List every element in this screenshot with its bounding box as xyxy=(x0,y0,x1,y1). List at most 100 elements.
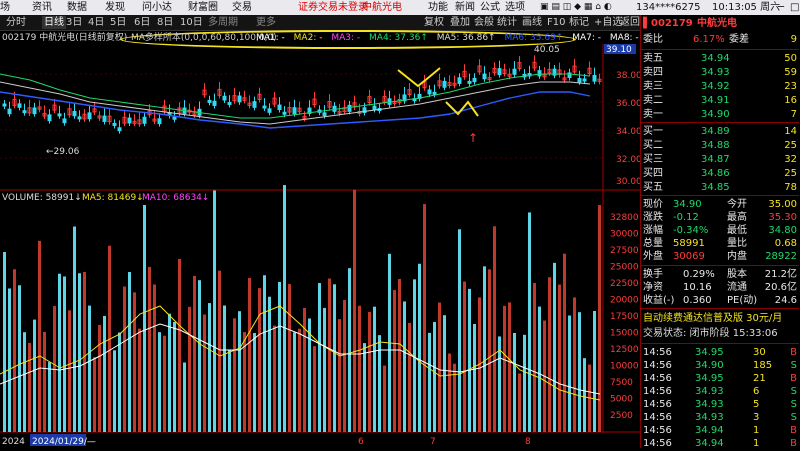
tool-add-watchlist[interactable]: +自选 xyxy=(594,16,622,29)
tick-volume: 1 xyxy=(753,425,760,436)
candle xyxy=(7,108,12,115)
ask-row-5[interactable]: 卖五 34.94 50 xyxy=(643,52,799,66)
stat-row[interactable]: 涨跌 -0.12 最高 35.30 xyxy=(643,211,799,225)
menu-trade[interactable]: 交易 xyxy=(232,1,252,14)
candle xyxy=(87,112,92,120)
bid-label: 买五 xyxy=(643,182,663,193)
ask-row-2[interactable]: 卖二 34.91 16 xyxy=(643,94,799,108)
volume-bar xyxy=(448,353,451,432)
bid-row-2[interactable]: 买二 34.88 25 xyxy=(643,139,799,153)
tick-side: S xyxy=(790,360,797,371)
tab-multiperiod[interactable]: 多周期 xyxy=(208,16,238,29)
fundamental-row[interactable]: 收益(-) 0.360 PE(动) 24.6 xyxy=(643,294,799,308)
tool-tongji[interactable]: 统计 xyxy=(497,16,517,29)
menu-formula[interactable]: 公式 xyxy=(480,1,500,14)
volume-bar xyxy=(458,229,461,432)
candle xyxy=(372,105,377,110)
ma4-value: MA4: 37.36↑ xyxy=(369,33,428,43)
account-id[interactable]: 134****6275 xyxy=(636,1,701,14)
stat-row[interactable]: 总量 58991 量比 0.68 xyxy=(643,237,799,251)
maximize-icon[interactable]: □ xyxy=(790,1,799,14)
trade-login-alert[interactable]: 证券交易未登录 xyxy=(298,1,368,14)
tool-diejia[interactable]: 叠加 xyxy=(450,16,470,29)
bid-row-3[interactable]: 买三 34.87 32 xyxy=(643,153,799,167)
tick-row[interactable]: 14:56 34.95 21 B xyxy=(643,372,799,386)
volume-bar xyxy=(103,315,106,432)
kline-chart-area[interactable]: 002179 中航光电(日线前复权) MA多样所本(0,0,0,60,80,10… xyxy=(0,30,640,448)
volume-bar xyxy=(393,290,396,432)
candle xyxy=(72,111,77,117)
volume-bar xyxy=(373,306,376,432)
stat-row[interactable]: 外盘 30069 内盘 28922 xyxy=(643,250,799,264)
candle xyxy=(127,117,132,124)
tab-3day[interactable]: 3日 xyxy=(66,16,82,29)
candle xyxy=(467,80,472,84)
tool-hidden[interactable]: 会般 xyxy=(474,16,494,29)
ask-row-3[interactable]: 卖三 34.92 23 xyxy=(643,80,799,94)
stat-label: 量比 xyxy=(727,238,747,249)
tab-fenshi[interactable]: 分时 xyxy=(6,16,26,29)
stat-row[interactable]: 涨幅 -0.34% 最低 34.80 xyxy=(643,224,799,238)
tab-more[interactable]: 更多 xyxy=(256,16,276,29)
minimize-icon[interactable]: ─ xyxy=(778,1,784,14)
menu-caifuquan[interactable]: 财富圈 xyxy=(188,1,218,14)
tab-4day[interactable]: 4日 xyxy=(88,16,104,29)
menu-options[interactable]: 选项 xyxy=(505,1,525,14)
tab-5day[interactable]: 5日 xyxy=(110,16,126,29)
tick-row[interactable]: 14:56 34.93 6 S xyxy=(643,385,799,399)
menu-news[interactable]: 资讯 xyxy=(32,1,52,14)
tool-biaoji[interactable]: 标记 xyxy=(569,16,589,29)
menu-wenxiaoda[interactable]: 问小达 xyxy=(142,1,172,14)
tool-huaxian[interactable]: 画线 xyxy=(522,16,542,29)
ask-volume: 7 xyxy=(790,109,797,120)
candle xyxy=(237,95,242,103)
volume-bar xyxy=(208,303,211,432)
volume-bar xyxy=(343,300,346,432)
tab-6day[interactable]: 6日 xyxy=(134,16,150,29)
ask-row-1[interactable]: 卖一 34.90 7 xyxy=(643,108,799,122)
stat-label: 涨跌 xyxy=(643,212,663,223)
tick-price: 34.90 xyxy=(695,360,724,371)
volume-bar xyxy=(158,332,161,432)
tick-row[interactable]: 14:56 34.94 1 B xyxy=(643,424,799,438)
menu-discover[interactable]: 发现 xyxy=(105,1,125,14)
stat-row[interactable]: 现价 34.90 今开 35.00 xyxy=(643,198,799,212)
ask-row-4[interactable]: 卖四 34.93 59 xyxy=(643,66,799,80)
stat-value: 0.68 xyxy=(774,238,797,249)
bid-row-4[interactable]: 买四 34.86 25 xyxy=(643,167,799,181)
volume-bar xyxy=(193,275,196,432)
tab-rixian[interactable]: 日线 xyxy=(42,16,66,29)
tool-fuquan[interactable]: 复权 xyxy=(424,16,444,29)
bid-row-5[interactable]: 买五 34.85 78 xyxy=(643,181,799,195)
menu-news-right[interactable]: 新闻 xyxy=(455,1,475,14)
tick-row[interactable]: 14:56 34.93 5 S xyxy=(643,398,799,412)
tool-f10[interactable]: F10 xyxy=(547,16,565,29)
kline-svg[interactable]: 38.00 36.00 34.00 32.00 30.00 39.10 40.0… xyxy=(0,44,640,448)
menu-data[interactable]: 数据 xyxy=(67,1,87,14)
tick-row[interactable]: 14:56 34.95 30 B xyxy=(643,346,799,360)
volume-bar xyxy=(523,334,526,432)
signal-arrow-icon: ↑ xyxy=(468,131,478,145)
candle xyxy=(77,116,82,120)
tool-back[interactable]: 返回 xyxy=(620,16,640,29)
stat-value: 58991 xyxy=(673,238,705,249)
tick-row[interactable]: 14:56 34.94 1 B xyxy=(643,437,799,451)
menu-market[interactable]: 场 xyxy=(0,1,10,14)
menu-icons[interactable]: ▣ ▤ ◫ ◆ ▦ ⌂ ◐ xyxy=(540,1,612,14)
tab-8day[interactable]: 8日 xyxy=(157,16,173,29)
fundamental-row[interactable]: 净资 10.16 流通 20.6亿 xyxy=(643,281,799,295)
weibi-label: 委比 xyxy=(643,34,663,45)
volume-bar xyxy=(578,312,581,432)
volume-bar xyxy=(563,253,566,432)
tab-10day[interactable]: 10日 xyxy=(180,16,203,29)
bid-row-1[interactable]: 买一 34.89 14 xyxy=(643,125,799,139)
ask-label: 卖三 xyxy=(643,81,663,92)
candle xyxy=(207,99,212,103)
fundamental-row[interactable]: 换手 0.29% 股本 21.2亿 xyxy=(643,268,799,282)
menu-function[interactable]: 功能 xyxy=(428,1,448,14)
promo-banner[interactable]: 自动续费通达信普及版 30元/月 xyxy=(643,312,799,326)
tick-row[interactable]: 14:56 34.93 3 S xyxy=(643,411,799,425)
volume-bar xyxy=(298,328,301,432)
volume-bar xyxy=(123,286,126,432)
tick-row[interactable]: 14:56 34.90 185 S xyxy=(643,359,799,373)
